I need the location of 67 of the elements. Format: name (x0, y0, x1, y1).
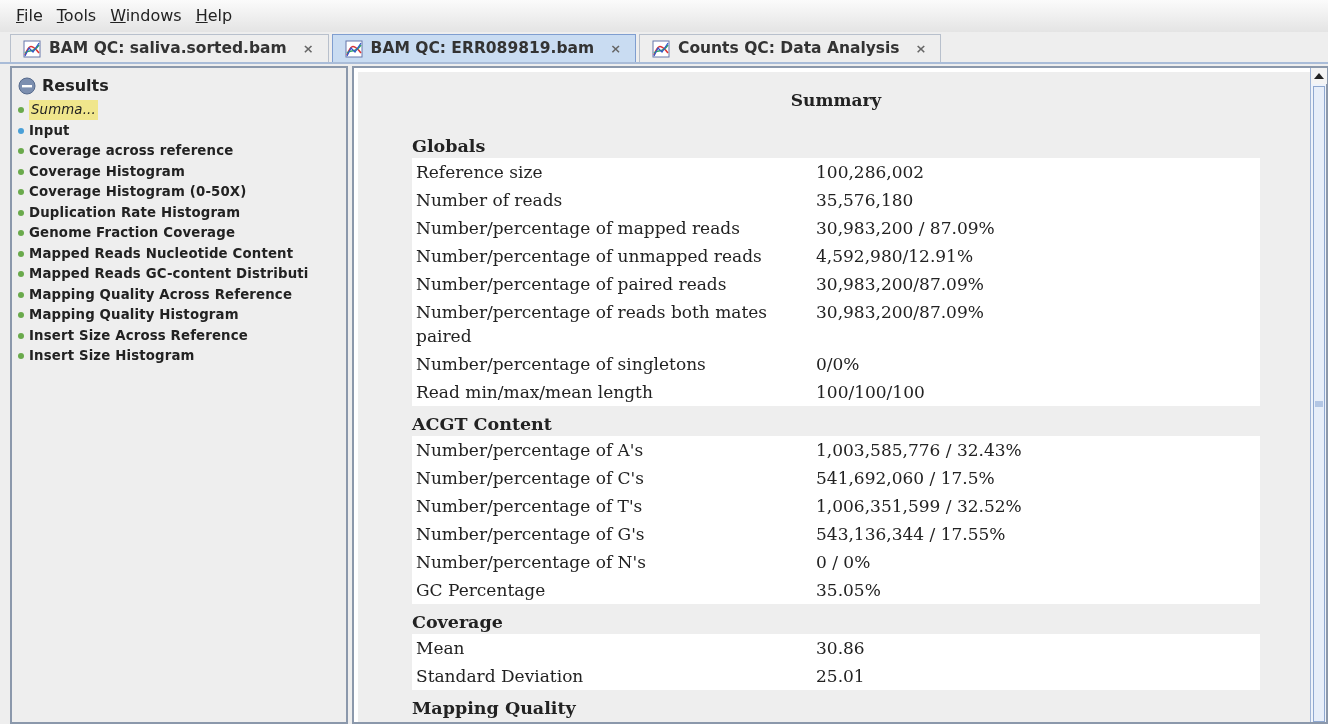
metric-value: 4,592,980/12.91% (816, 244, 974, 268)
tree-item[interactable]: Mapping Quality Across Reference (29, 284, 293, 305)
section-heading: Mapping Quality (412, 696, 577, 720)
metric-label: Number/percentage of reads both mates paired (416, 300, 769, 348)
tree-item[interactable]: Mapped Reads GC-content Distributi (29, 264, 309, 285)
menu-item[interactable]: Help (189, 2, 239, 30)
metric-value: 25.01 (816, 664, 865, 688)
metric-label: Number/percentage of A's (416, 438, 645, 462)
metric-value: 100,286,002 (816, 160, 925, 184)
tab[interactable]: BAM QC: ERR089819.bam × (331, 34, 637, 62)
metric-value: 541,692,060 / 17.5% (816, 466, 995, 490)
close-button[interactable]: × (915, 38, 927, 59)
metric-label: Standard Deviation (416, 664, 585, 688)
tree-item[interactable]: Coverage Histogram (0-50X) (29, 182, 247, 203)
close-button[interactable]: × (302, 38, 314, 59)
tree-item[interactable]: Genome Fraction Coverage (29, 223, 236, 244)
tab[interactable]: BAM QC: saliva.sorted.bam × (10, 34, 329, 62)
metric-value: 35,576,180 (816, 188, 914, 212)
metric-label: Number/percentage of T's (416, 494, 644, 518)
tab[interactable]: Counts QC: Data Analysis × (639, 34, 942, 62)
collapse-icon[interactable] (18, 77, 36, 95)
section-heading: Coverage (412, 610, 504, 634)
menu-item[interactable]: Windows (104, 2, 188, 30)
metric-value: 0 / 0% (816, 550, 871, 574)
tree-item[interactable]: Coverage across reference (29, 141, 234, 162)
metric-value: 35.05% (816, 578, 881, 602)
grip-icon (1314, 401, 1323, 407)
metric-value: 100/100/100 (816, 380, 925, 404)
metric-value: 543,136,344 / 17.55% (816, 522, 1006, 546)
menu-item[interactable]: File (10, 2, 49, 30)
metric-label: Number of reads (416, 188, 564, 212)
tree-item[interactable]: Mapping Quality Histogram (29, 305, 239, 326)
tree-item[interactable]: Insert Size Across Reference (29, 325, 248, 346)
metric-value: 30,983,200 / 87.09% (816, 216, 995, 240)
metric-value: 30.86 (816, 636, 865, 660)
metric-value: 0/0% (816, 352, 860, 376)
metric-label: Number/percentage of mapped reads (416, 216, 741, 240)
close-button[interactable]: × (610, 38, 622, 59)
metric-label: GC Percentage (416, 578, 547, 602)
metric-label: Number/percentage of G's (416, 522, 646, 546)
tree-item[interactable]: Input (29, 120, 70, 141)
metric-label: Number/percentage of N's (416, 550, 647, 574)
summary-title: Summary (789, 89, 883, 112)
metric-label: Number/percentage of paired reads (416, 272, 728, 296)
chart-icon (652, 39, 671, 58)
chart-icon (344, 39, 363, 58)
tree-item[interactable]: Duplication Rate Histogram (29, 202, 241, 223)
tree-item[interactable]: Insert Size Histogram (29, 346, 195, 367)
metric-value: 30,983,200/87.09% (816, 272, 984, 296)
section-heading: Globals (412, 134, 487, 158)
tree-item[interactable]: Mapped Reads Nucleotide Content (29, 243, 294, 264)
metric-label: Number/percentage of C's (416, 466, 645, 490)
metric-value: 1,006,351,599 / 32.52% (816, 494, 1022, 518)
metric-value: 30,983,200/87.09% (816, 300, 984, 324)
metric-label: Mean (416, 636, 466, 660)
tree-item[interactable]: Coverage Histogram (29, 161, 185, 182)
metric-label: Read min/max/mean length (416, 380, 654, 404)
chart-icon (23, 39, 41, 58)
tree-root-label[interactable]: Results (42, 74, 109, 98)
metric-label: Number/percentage of singletons (416, 352, 707, 376)
section-heading: ACGT Content (412, 412, 553, 436)
metric-label: Reference size (416, 160, 544, 184)
metric-value: 1,003,585,776 / 32.43% (816, 438, 1022, 462)
menu-item[interactable]: Tools (50, 2, 103, 30)
scroll-up-icon[interactable] (1310, 68, 1327, 84)
tree-item[interactable]: Summa... (29, 100, 98, 121)
metric-label: Number/percentage of unmapped reads (416, 244, 763, 268)
